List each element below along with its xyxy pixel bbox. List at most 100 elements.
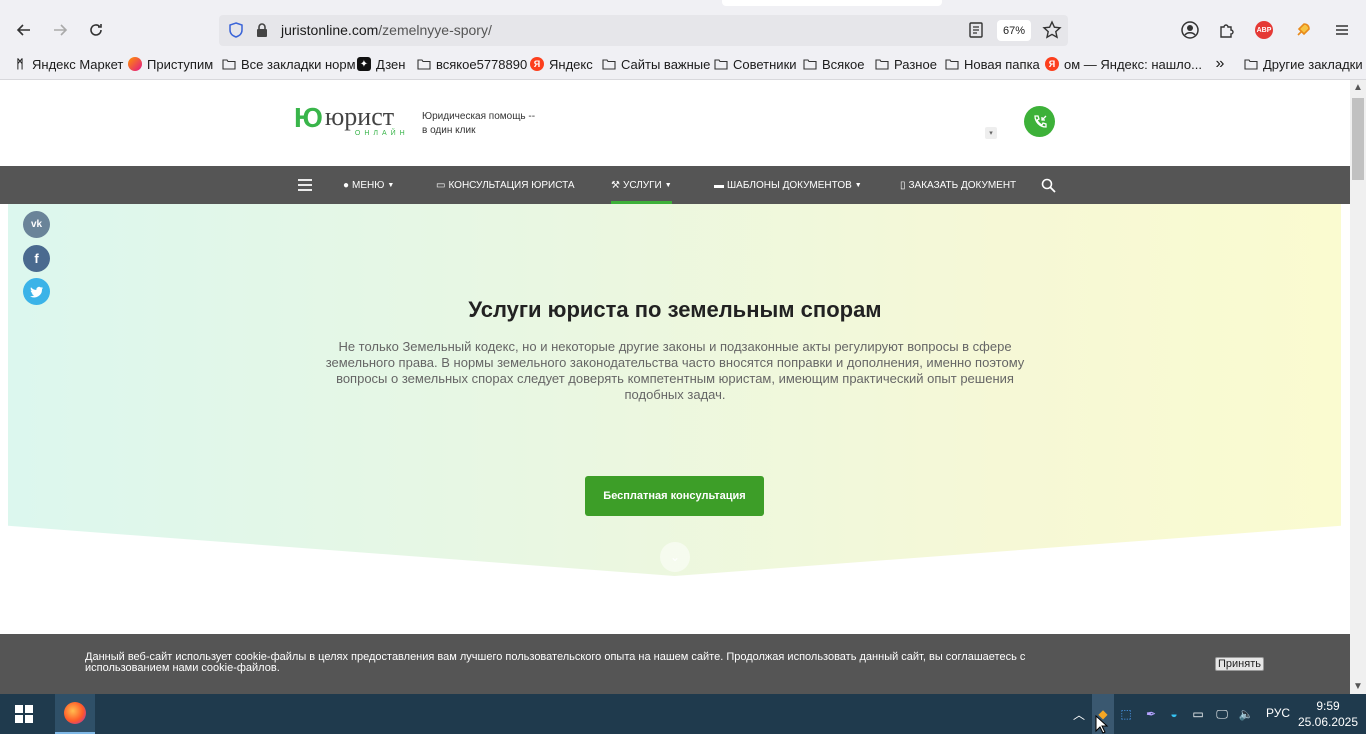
bookmark-12[interactable]: Другие закладки	[1243, 56, 1363, 72]
taskbar-firefox-button[interactable]	[55, 694, 95, 734]
folder-icon	[601, 56, 617, 72]
snipping-tool-icon[interactable]: ⬚	[1116, 704, 1136, 724]
reload-button[interactable]	[80, 14, 112, 46]
free-consultation-button[interactable]: Бесплатная консультация	[585, 476, 764, 516]
system-clock[interactable]: 9:59 25.06.2025	[1296, 698, 1360, 730]
extensions-icon[interactable]	[1214, 18, 1238, 42]
logo-word: юрист	[324, 102, 395, 131]
reader-view-icon[interactable]	[967, 21, 985, 39]
callback-button[interactable]	[1024, 106, 1055, 137]
bookmark-7[interactable]: Советники	[713, 56, 797, 72]
twitter-share-button[interactable]	[23, 278, 50, 305]
site-logo[interactable]: Ю юрист ОНЛАЙН	[294, 104, 409, 138]
nav-consult[interactable]: ▭ Консультация юриста	[436, 166, 575, 204]
bookmark-5[interactable]: Я Яндекс	[529, 56, 593, 72]
bookmark-3[interactable]: ✦ Дзен	[356, 56, 405, 72]
shield-icon[interactable]	[227, 21, 245, 39]
nav-menu-label: Меню	[352, 179, 385, 191]
scroll-down-button[interactable]: ⌄	[660, 542, 690, 572]
bookmark-label: Все закладки норм	[241, 56, 356, 72]
bookmark-8[interactable]: Всякое	[802, 56, 865, 72]
facebook-icon: f	[34, 251, 39, 266]
folder-icon	[944, 56, 960, 72]
caret-down-icon: ▼	[854, 181, 862, 189]
menu-glyph	[1336, 25, 1348, 35]
site-tagline: Юридическая помощь -- в один клик	[422, 110, 535, 138]
url-text[interactable]: juristonline.com/zemelnyye-spory/	[281, 22, 492, 38]
more-bookmarks-button[interactable]: »	[1212, 55, 1232, 72]
gavel-icon: ⚒	[611, 179, 620, 191]
phone-icon	[1033, 114, 1047, 128]
bookmark-9[interactable]: Разное	[874, 56, 937, 72]
lock-icon[interactable]	[255, 22, 269, 38]
clock-time: 9:59	[1316, 699, 1340, 713]
adblock-icon[interactable]: ABP	[1252, 18, 1276, 42]
header-dropdown[interactable]: ▾	[985, 127, 997, 139]
document-icon: ▯	[900, 179, 906, 191]
account-icon[interactable]	[1178, 18, 1202, 42]
nav-hamburger[interactable]	[297, 166, 313, 204]
folder-icon	[874, 56, 890, 72]
nav-order[interactable]: ▯ Заказать документ	[900, 166, 1016, 204]
firefox-icon	[127, 56, 143, 72]
logo-wordmark: юрист ОНЛАЙН	[325, 104, 409, 138]
nav-templates[interactable]: ▬ Шаблоны документов ▼	[714, 166, 862, 204]
site-header: Ю юрист ОНЛАЙН Юридическая помощь -- в о…	[0, 80, 1350, 166]
scroll-up-arrow-icon[interactable]: ▲	[1353, 82, 1363, 93]
bookmark-label: Яндекс	[549, 56, 593, 72]
nav-menu[interactable]: ● Меню ▼	[343, 166, 394, 204]
show-hidden-icons-button[interactable]: ︿	[1069, 704, 1089, 724]
main-navigation: ● Меню ▼ ▭ Консультация юриста ⚒ Услуги ▼ ▬ Ша…	[0, 166, 1350, 204]
caret-down-icon: ▼	[387, 181, 395, 189]
nav-search[interactable]	[1041, 166, 1056, 204]
bookmark-label: Новая папка	[964, 56, 1040, 72]
cookie-accept-button[interactable]: Принять	[1215, 657, 1264, 671]
bookmark-10[interactable]: Новая папка	[944, 56, 1040, 72]
feather-icon: ✒	[1145, 707, 1157, 721]
pen-app-icon[interactable]: ✒	[1141, 704, 1161, 724]
forward-button[interactable]	[44, 14, 76, 46]
hamburger-menu-icon[interactable]	[1330, 18, 1354, 42]
bookmark-label: Дзен	[376, 56, 406, 72]
volume-icon[interactable]: 🔈	[1236, 704, 1256, 724]
bookmark-1[interactable]: Приступим	[127, 56, 213, 72]
scroll-down-arrow-icon[interactable]: ▼	[1353, 681, 1363, 692]
start-button[interactable]	[14, 704, 34, 724]
windows-taskbar: ︿ ◆ ⬚ ✒ ◒ ▭ 🖵 🔈 РУС 9:59 25.06.2025	[0, 694, 1366, 734]
nav-services[interactable]: ⚒ Услуги ▼	[611, 166, 672, 204]
bookmark-label: ом — Яндекс: нашло...	[1064, 56, 1202, 72]
facebook-share-button[interactable]: f	[23, 245, 50, 272]
bookmark-2[interactable]: Все закладки норм	[221, 56, 356, 72]
monitor-glyph: 🖵	[1216, 706, 1228, 721]
hamburger-icon	[298, 179, 312, 191]
bookmark-label: Яндекс Маркет	[32, 56, 124, 72]
network-icon[interactable]: 🖵	[1212, 704, 1232, 724]
cookie-text: Данный веб-сайт использует cookie-файлы …	[85, 651, 1026, 674]
edge-tray-icon[interactable]: ◒	[1164, 704, 1184, 724]
active-tab-edge[interactable]	[722, 0, 942, 6]
page-scrollbar[interactable]: ▲ ▼	[1350, 80, 1366, 694]
extension-rocket-icon[interactable]	[1291, 18, 1315, 42]
nav-services-label: Услуги	[622, 179, 662, 191]
yandex-icon: Я	[529, 56, 545, 72]
battery-icon[interactable]: ▭	[1188, 704, 1208, 724]
back-button[interactable]	[8, 14, 40, 46]
page-title: Услуги юриста по земельным спорам	[468, 297, 882, 322]
address-bar[interactable]: juristonline.com/zemelnyye-spory/ 67%	[219, 15, 1068, 46]
arrow-left-icon	[16, 24, 30, 36]
bookmark-6[interactable]: Сайты важные	[601, 56, 710, 72]
bookmark-11[interactable]: Яом — Яндекс: нашло...	[1044, 56, 1202, 72]
bookmark-star-icon[interactable]	[1042, 20, 1062, 40]
chat-icon: ▭	[436, 179, 446, 191]
bookmark-label: всякое5778890	[436, 56, 528, 72]
zoom-level[interactable]: 67%	[997, 20, 1031, 41]
globe-icon: ●	[343, 179, 350, 191]
bookmark-4[interactable]: всякое5778890	[416, 56, 527, 72]
bookmark-label: Разное	[894, 56, 937, 72]
vk-share-button[interactable]: vk	[23, 211, 50, 238]
arrow-right-icon	[54, 24, 68, 36]
scrollbar-thumb[interactable]	[1352, 98, 1364, 180]
tab-strip	[0, 0, 1366, 10]
input-language[interactable]: РУС	[1266, 706, 1290, 720]
bookmark-0[interactable]: ᛗ Яндекс Маркет	[12, 56, 123, 72]
